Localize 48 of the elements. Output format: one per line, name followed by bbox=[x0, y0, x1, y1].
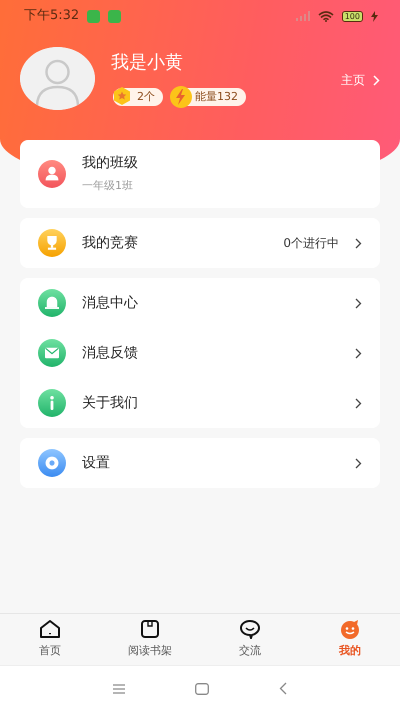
tab[interactable]: 首页 bbox=[0, 619, 100, 660]
signal-icon bbox=[296, 11, 310, 21]
app-notification-icon bbox=[87, 10, 100, 22]
battery-icon: 100 bbox=[342, 10, 363, 22]
menu-item[interactable]: 消息中心 bbox=[20, 278, 380, 328]
info-icon bbox=[38, 389, 66, 417]
menu-icon[interactable] bbox=[113, 684, 125, 694]
item-title: 我的班级 bbox=[82, 154, 139, 174]
item-label: 关于我们 bbox=[82, 394, 139, 412]
chevron-icon bbox=[355, 398, 362, 408]
chevron-icon bbox=[373, 74, 380, 86]
item-subtitle: 一年级1班 bbox=[82, 178, 134, 194]
chat-icon bbox=[239, 619, 261, 640]
chevron-icon bbox=[355, 348, 362, 358]
settings-icon bbox=[38, 449, 66, 477]
chevron-icon bbox=[355, 458, 362, 468]
chevron-icon bbox=[355, 238, 362, 248]
menu-item[interactable]: 我的竞赛 0个进行中 bbox=[20, 218, 380, 268]
item-label: 我的竞赛 bbox=[82, 234, 139, 252]
item-label: 设置 bbox=[82, 454, 111, 472]
book-icon bbox=[140, 619, 160, 640]
tab[interactable]: 交流 bbox=[200, 619, 300, 660]
status-time: 下午5:32 bbox=[24, 7, 80, 26]
trophy-icon bbox=[38, 229, 66, 257]
item-label: 消息中心 bbox=[82, 294, 139, 312]
mail-icon bbox=[38, 339, 66, 367]
medal-badge: 2个 bbox=[113, 88, 163, 106]
menu-item[interactable]: 设置 bbox=[20, 438, 380, 488]
lightning-icon bbox=[169, 85, 193, 109]
person-icon bbox=[38, 160, 66, 188]
menu-item[interactable]: 我的班级 一年级1班 bbox=[20, 140, 380, 208]
home-button-icon[interactable] bbox=[195, 682, 209, 694]
home-icon bbox=[39, 619, 61, 640]
charging-icon bbox=[371, 10, 378, 22]
chevron-icon bbox=[355, 298, 362, 308]
medal-icon bbox=[111, 85, 133, 107]
avatar-icon[interactable] bbox=[20, 47, 95, 110]
menu-item[interactable]: 消息反馈 bbox=[20, 328, 380, 378]
tab[interactable]: 阅读书架 bbox=[100, 619, 200, 660]
menu-item[interactable]: 关于我们 bbox=[20, 378, 380, 428]
item-label: 消息反馈 bbox=[82, 344, 139, 362]
back-icon[interactable] bbox=[279, 682, 287, 695]
wifi-icon bbox=[318, 10, 334, 22]
smiley-icon bbox=[339, 619, 361, 640]
item-value: 0个进行中 bbox=[283, 235, 339, 252]
user-name: 我是小黄 bbox=[111, 51, 184, 75]
app-notification-icon bbox=[108, 10, 122, 22]
bell-icon bbox=[38, 289, 66, 317]
